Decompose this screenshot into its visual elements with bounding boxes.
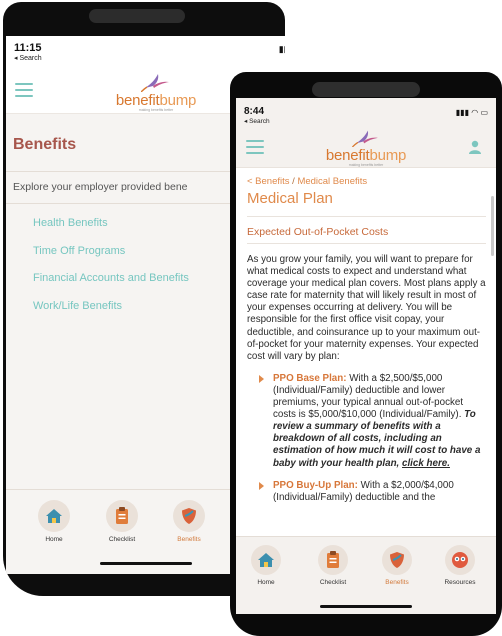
tab-label: Checklist — [319, 579, 347, 586]
section-heading: Expected Out-of-Pocket Costs — [247, 226, 486, 244]
phone-notch — [89, 9, 185, 23]
plan-item-ppo-base: PPO Base Plan: With a $2,500/$5,000 (Ind… — [247, 373, 486, 470]
tab-home[interactable]: Home — [32, 500, 76, 543]
tab-bar: Home Checklist — [236, 536, 496, 614]
user-profile-icon[interactable] — [468, 140, 482, 154]
tab-checklist[interactable]: Checklist — [310, 545, 356, 586]
menu-icon[interactable] — [246, 140, 264, 158]
back-to-search-link[interactable]: ◂ Search — [244, 117, 496, 125]
scrollbar[interactable] — [491, 196, 494, 256]
brand-logo[interactable]: benefitbump making benefits better — [106, 70, 206, 112]
status-time: 11:15 — [14, 42, 42, 54]
status-indicators: ▮▮▮ ◠ ▭ — [456, 108, 488, 117]
tab-resources[interactable]: Resources — [434, 545, 486, 586]
plan-item-ppo-buy-up: PPO Buy-Up Plan: With a $2,000/$4,000 (I… — [247, 480, 486, 504]
house-icon — [46, 509, 62, 523]
battery-icon: ▭ — [480, 108, 488, 117]
tab-label: Home — [257, 579, 275, 586]
breadcrumb-separator: / — [292, 176, 295, 187]
tab-home[interactable]: Home — [244, 545, 288, 586]
home-indicator — [320, 605, 412, 608]
plan-name: PPO Base Plan: — [273, 372, 347, 384]
hummingbird-icon — [141, 74, 169, 92]
signal-icon: ▮▮▮ — [455, 108, 469, 117]
front-phone: 8:44 ◂ Search ▮▮▮ ◠ ▭ benefitbump making… — [230, 72, 502, 636]
shield-icon — [390, 552, 404, 568]
signal-icon: ▮▮▮ — [278, 44, 285, 54]
medical-plan-screen: 8:44 ◂ Search ▮▮▮ ◠ ▭ benefitbump making… — [236, 98, 496, 614]
tab-checklist[interactable]: Checklist — [98, 500, 146, 543]
app-screenshot-composite: 11:15 ◂ Search ▮▮▮ ◠ ▭ — [0, 0, 502, 636]
breadcrumb: < Benefits / Medical Benefits — [247, 176, 486, 187]
tab-benefits[interactable]: Benefits — [374, 545, 420, 586]
app-header: benefitbump making benefits better — [236, 126, 496, 168]
bullet-arrow-icon — [259, 374, 264, 383]
clipboard-icon — [327, 551, 339, 568]
tab-label: Benefits — [385, 579, 409, 586]
menu-icon[interactable] — [15, 83, 33, 101]
brand-logo[interactable]: benefitbump making benefits better — [318, 127, 414, 167]
click-here-link[interactable]: click here. — [402, 458, 450, 469]
phone-notch — [312, 82, 420, 97]
breadcrumb-medical-benefits-link[interactable]: Medical Benefits — [297, 176, 367, 187]
bullet-arrow-icon — [259, 481, 264, 490]
tab-label: Benefits — [177, 536, 201, 543]
intro-paragraph: As you grow your family, you will want t… — [247, 254, 486, 362]
hummingbird-icon — [352, 130, 378, 147]
page-content: < Benefits / Medical Benefits Medical Pl… — [236, 168, 496, 504]
status-bar: 11:15 ◂ Search ▮▮▮ ◠ ▭ — [6, 36, 285, 68]
wifi-icon: ◠ — [471, 108, 479, 117]
tab-label: Home — [45, 536, 63, 543]
plan-name: PPO Buy-Up Plan: — [273, 479, 358, 491]
tab-label: Checklist — [108, 536, 136, 543]
page-title: Medical Plan — [247, 190, 486, 217]
brand-name: benefitbump — [115, 92, 197, 109]
breadcrumb-benefits-link[interactable]: < Benefits — [247, 176, 290, 187]
house-icon — [258, 553, 274, 567]
home-indicator — [100, 562, 192, 565]
clipboard-icon — [116, 507, 128, 524]
back-to-search-link[interactable]: ◂ Search — [14, 54, 285, 62]
resources-icon — [452, 552, 468, 568]
status-indicators: ▮▮▮ ◠ ▭ — [279, 44, 285, 55]
shield-icon — [182, 508, 196, 524]
brand-name: benefitbump — [325, 147, 407, 164]
tab-benefits[interactable]: Benefits — [165, 500, 213, 543]
status-bar: 8:44 ◂ Search ▮▮▮ ◠ ▭ — [236, 98, 496, 126]
tab-label: Resources — [444, 579, 476, 586]
